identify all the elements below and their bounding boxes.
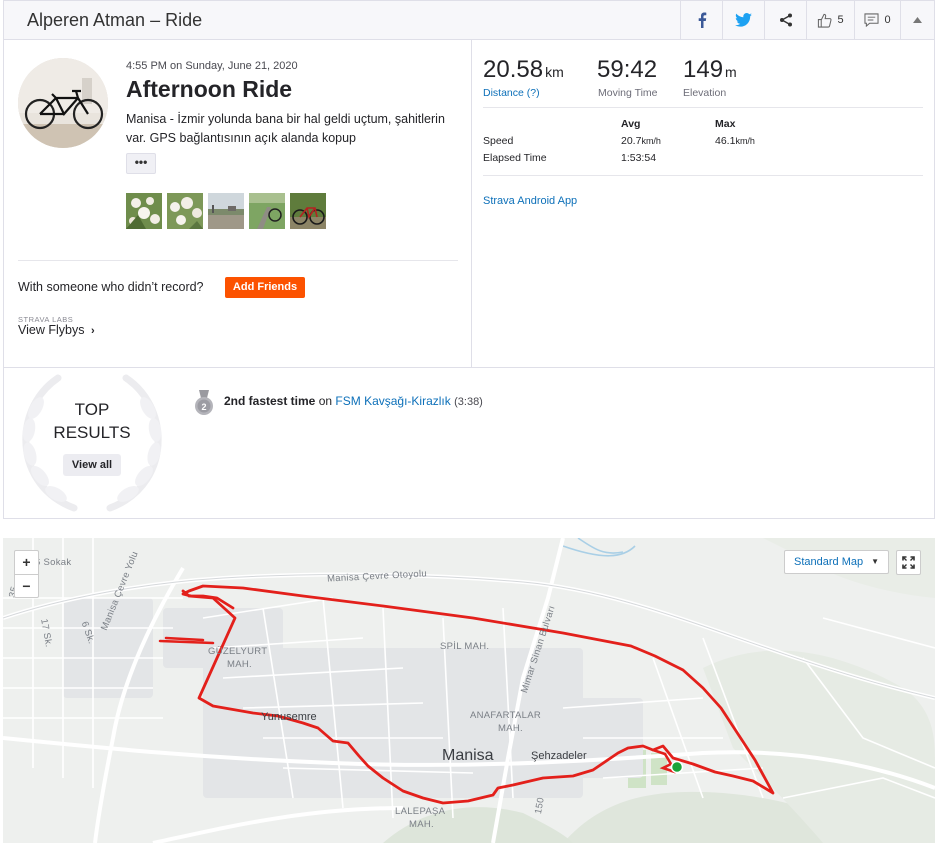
activity-summary: 4:55 PM on Sunday, June 21, 2020 Afterno… bbox=[3, 40, 935, 368]
photo-thumbnail[interactable] bbox=[290, 193, 326, 229]
bicycle-photo bbox=[18, 58, 108, 148]
route-map[interactable]: 6 Sokak Manisa Çevre Otoyolu Manisa Çevr… bbox=[3, 538, 935, 843]
top-results-heading: TOP bbox=[74, 400, 110, 419]
header-actions: 5 0 bbox=[680, 1, 934, 39]
map-label: MAH. bbox=[227, 659, 252, 670]
divider bbox=[483, 107, 923, 108]
medal-rank: 2 bbox=[201, 402, 206, 412]
speed-label: Speed bbox=[483, 135, 514, 147]
facebook-share-button[interactable] bbox=[680, 1, 722, 39]
speed-max-value: 46.1 bbox=[715, 135, 736, 147]
twitter-share-button[interactable] bbox=[722, 1, 764, 39]
achievement-item: 2nd fastest time on FSM Kavşağı-Kirazlık… bbox=[224, 394, 483, 408]
share-icon bbox=[779, 13, 792, 27]
thumbs-up-icon bbox=[818, 13, 832, 28]
laurel-wreath-icon bbox=[22, 374, 162, 512]
view-flybys-label: View Flybys bbox=[18, 323, 85, 337]
device-link[interactable]: Strava Android App bbox=[483, 195, 577, 207]
view-all-button[interactable]: View all bbox=[63, 454, 121, 476]
map-type-select[interactable]: Standard Map ▼ bbox=[784, 550, 889, 574]
map-label: GÜZELYURT bbox=[208, 646, 268, 657]
elevation-unit: m bbox=[725, 64, 737, 80]
divider bbox=[18, 260, 458, 261]
map-label: MAH. bbox=[409, 819, 434, 830]
avatar[interactable] bbox=[18, 58, 108, 148]
zoom-control: + − bbox=[14, 550, 39, 598]
segment-link[interactable]: FSM Kavşağı-Kirazlık bbox=[335, 394, 450, 408]
facebook-icon bbox=[698, 12, 706, 28]
share-button[interactable] bbox=[764, 1, 806, 39]
segment-time: (3:38) bbox=[454, 396, 483, 408]
collapse-button[interactable] bbox=[900, 1, 934, 39]
activity-description: Manisa - İzmir yolunda bana bir hal geld… bbox=[126, 112, 445, 145]
twitter-icon bbox=[735, 13, 752, 27]
caret-up-icon bbox=[913, 17, 922, 23]
with-someone-text: With someone who didn’t record? bbox=[18, 280, 204, 294]
distance-label[interactable]: Distance (?) bbox=[483, 87, 540, 99]
moving-time-value: 59:42 bbox=[597, 56, 658, 83]
chevron-right-icon: › bbox=[90, 325, 95, 337]
activity-stats: 20.58 km Distance (?) 59:42 Moving Time 1… bbox=[472, 40, 934, 367]
elapsed-time-label: Elapsed Time bbox=[483, 152, 547, 164]
speed-max-unit: km/h bbox=[735, 136, 755, 146]
moving-time-stat: 59:42 bbox=[597, 56, 657, 84]
photo-strip bbox=[126, 193, 326, 229]
activity-title: Afternoon Ride bbox=[126, 76, 293, 102]
comments-button[interactable]: 0 bbox=[854, 1, 900, 39]
distance-value: 20.58 bbox=[483, 56, 544, 83]
activity-details: 4:55 PM on Sunday, June 21, 2020 Afterno… bbox=[4, 40, 472, 367]
photo-thumbnail[interactable] bbox=[208, 193, 244, 229]
map-label: SPİL MAH. bbox=[440, 641, 490, 652]
elevation-value: 149 bbox=[683, 56, 724, 83]
divider bbox=[483, 175, 923, 176]
map-label: Yunusemre bbox=[261, 711, 317, 723]
page-title: Alperen Atman – Ride bbox=[27, 10, 203, 30]
speed-avg-value: 20.7 bbox=[621, 135, 642, 147]
kudos-button[interactable]: 5 bbox=[806, 1, 854, 39]
achievement-on: on bbox=[318, 394, 333, 408]
zoom-in-button[interactable]: + bbox=[15, 551, 38, 574]
speed-avg: 20.7km/h bbox=[621, 135, 661, 147]
photo-thumbnail[interactable] bbox=[167, 193, 203, 229]
map-city-label: Manisa bbox=[442, 747, 494, 764]
achievement-text: 2nd fastest time bbox=[224, 394, 316, 408]
distance-unit: km bbox=[545, 64, 564, 80]
comments-count: 0 bbox=[884, 14, 891, 26]
avg-header: Avg bbox=[621, 118, 641, 130]
top-results-heading-2: RESULTS bbox=[53, 423, 131, 442]
speed-avg-unit: km/h bbox=[641, 136, 661, 146]
fullscreen-icon bbox=[902, 556, 915, 569]
moving-time-label: Moving Time bbox=[598, 87, 658, 99]
view-flybys-link[interactable]: View Flybys › bbox=[18, 323, 95, 337]
map-label: 6 Sokak bbox=[35, 557, 72, 568]
elapsed-time-value: 1:53:54 bbox=[621, 152, 657, 164]
top-results-section: TOP RESULTS View all 2 2nd fastest time … bbox=[3, 368, 935, 519]
medal-icon: 2 bbox=[195, 390, 213, 415]
photo-thumbnail[interactable] bbox=[126, 193, 162, 229]
kudos-count: 5 bbox=[837, 14, 844, 26]
max-header: Max bbox=[715, 118, 736, 130]
photo-thumbnail[interactable] bbox=[249, 193, 285, 229]
distance-stat: 20.58 km bbox=[483, 56, 564, 84]
add-friends-button[interactable]: Add Friends bbox=[225, 277, 305, 298]
activity-header: Alperen Atman – Ride 5 0 bbox=[3, 0, 935, 40]
speed-max: 46.1km/h bbox=[715, 135, 755, 147]
map-label: LALEPAŞA bbox=[395, 806, 446, 817]
more-button[interactable]: ••• bbox=[126, 153, 156, 174]
fullscreen-button[interactable] bbox=[896, 550, 921, 575]
caret-down-icon: ▼ bbox=[871, 557, 879, 566]
elevation-stat: 149 m bbox=[683, 56, 737, 84]
zoom-out-button[interactable]: − bbox=[15, 574, 38, 597]
comment-icon bbox=[864, 13, 879, 27]
map-label: Şehzadeler bbox=[531, 750, 587, 762]
elevation-label: Elevation bbox=[683, 87, 727, 99]
map-base bbox=[3, 538, 935, 843]
map-label: ANAFARTALAR bbox=[470, 710, 542, 721]
activity-date: 4:55 PM on Sunday, June 21, 2020 bbox=[126, 60, 298, 72]
map-label: MAH. bbox=[498, 723, 523, 734]
map-type-label: Standard Map bbox=[794, 556, 864, 568]
